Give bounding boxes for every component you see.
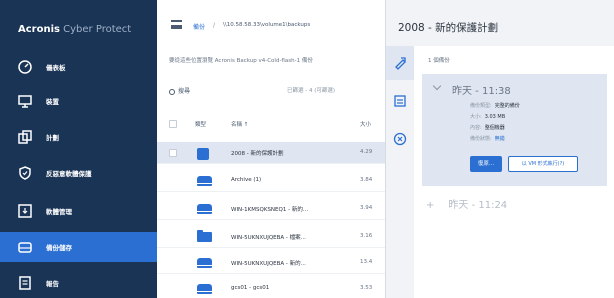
breadcrumb-separator: / — [213, 22, 216, 29]
row-name: WIN-5UKNXUJQEBA - 新的... — [231, 261, 306, 267]
sidebar-item-label: 計劃 — [46, 134, 59, 142]
row-size: 3.84 — [360, 177, 373, 183]
field-key: 備份狀態: — [470, 136, 492, 142]
backup-list-panel: 備份 / \\10.58.58.33\volume1\backups 要從這些位… — [157, 0, 385, 298]
field-key: 備份類型: — [470, 103, 492, 109]
sidebar-item-software[interactable]: 軟體管理 — [0, 196, 157, 226]
table-row[interactable]: gcs01 - gcs01 3.53 — [157, 278, 385, 298]
sidebar-item-label: 報告 — [46, 280, 59, 288]
row-size: 3.53 — [360, 285, 373, 291]
search-label: 搜尋 — [178, 88, 191, 95]
row-size: 3.16 — [360, 233, 373, 239]
plans-icon — [18, 130, 32, 144]
search-icon — [169, 88, 175, 95]
breadcrumb-path: \\10.58.58.33\volume1\backups — [223, 22, 311, 28]
backup-count: 1 個備份 — [428, 58, 450, 64]
chevron-down-icon[interactable] — [432, 81, 442, 91]
field-status: 備份狀態: 無錯 — [470, 135, 505, 142]
row-size: 3.94 — [360, 205, 373, 211]
run-as-vm-button[interactable]: 以 VM 形式執行(?) — [508, 156, 578, 172]
field-value: 3.03 MB — [484, 114, 506, 120]
sidebar-item-label: 備份儲存 — [46, 244, 72, 252]
software-icon — [18, 204, 32, 218]
logo-product: Cyber Protect — [63, 24, 132, 35]
row-name: gcs01 - gcs01 — [231, 285, 270, 291]
sidebar-item-label: 儀表板 — [46, 64, 66, 72]
row-name: WIN-5UKNXUJQEBA - 檔案... — [231, 235, 306, 241]
storage-icon — [18, 242, 32, 253]
sidebar: Acronis Cyber Protect 儀表板 裝置 計劃 反惡意軟體保護 … — [0, 0, 157, 298]
row-name: Archive (1) — [231, 177, 262, 183]
table-row[interactable]: WIN-5UKNXUJQEBA - 檔案... 3.16 — [157, 226, 385, 248]
row-checkbox[interactable] — [169, 149, 177, 157]
drive-icon — [197, 176, 212, 186]
row-name: 2008 - 新的保護計劃 — [231, 151, 284, 157]
backup-version-card[interactable]: 昨天 - 11:38 備份類型: 完整的備份 大小: 3.03 MB 內容: 整個機器… — [422, 74, 607, 186]
logo-brand: Acronis — [18, 24, 60, 35]
row-size: 13.4 — [360, 259, 373, 265]
app-logo: Acronis Cyber Protect — [18, 24, 131, 35]
sidebar-item-antimalware[interactable]: 反惡意軟體保護 — [0, 158, 157, 188]
sidebar-item-devices[interactable]: 裝置 — [0, 86, 157, 116]
field-value: 無錯 — [494, 136, 505, 142]
sidebar-item-reports[interactable]: 報告 — [0, 268, 157, 298]
filter-summary[interactable]: 已篩選 - 4 (可篩選) — [287, 86, 335, 94]
reports-icon — [19, 276, 31, 290]
sidebar-item-plans[interactable]: 計劃 — [0, 122, 157, 152]
sidebar-item-label: 軟體管理 — [46, 208, 72, 216]
drive-icon — [197, 284, 212, 294]
sidebar-item-label: 裝置 — [46, 98, 59, 106]
field-value: 完整的備份 — [494, 103, 520, 109]
row-name: WIN-1KMSQKSNEQ1 - 新的... — [231, 207, 309, 213]
field-key: 內容: — [470, 125, 482, 131]
details-panel: 2008 - 新的保護計劃 1 個備份 昨天 - 11:38 備份類型: 完整的備… — [385, 0, 614, 298]
backup-version-collapsed[interactable]: + 昨天 - 11:24 — [426, 196, 507, 211]
field-size: 大小: 3.03 MB — [470, 113, 505, 120]
drive-icon — [197, 204, 212, 214]
column-type[interactable]: 類型 — [195, 120, 206, 128]
field-key: 大小: — [470, 114, 482, 120]
sidebar-item-backup-storage[interactable]: 備份儲存 — [0, 232, 157, 262]
recover-button[interactable]: 復原... — [470, 156, 502, 172]
location-subtitle: 要從這些位置瀏覽 Acronis Backup v4-Cold-flash-1 … — [169, 58, 313, 64]
backup-versions: 1 個備份 昨天 - 11:38 備份類型: 完整的備份 大小: 3.03 MB 內… — [414, 46, 614, 298]
app-window: Acronis Cyber Protect 儀表板 裝置 計劃 反惡意軟體保護 … — [0, 0, 614, 298]
gauge-icon — [18, 60, 32, 74]
table-row[interactable]: WIN-1KMSQKSNEQ1 - 新的... 3.94 — [157, 198, 385, 220]
drive-icon — [197, 258, 212, 268]
backup-timestamp: 昨天 - 11:24 — [448, 200, 508, 211]
top-bar: 備份 / \\10.58.58.33\volume1\backups — [157, 16, 385, 36]
field-value: 整個機器 — [484, 125, 505, 131]
shield-icon — [19, 166, 31, 180]
table-header: 類型 名稱 ↑ 大小 — [157, 117, 385, 131]
details-tab-icon[interactable] — [393, 94, 407, 108]
details-tabs — [386, 46, 414, 298]
field-content: 內容: 整個機器 — [470, 124, 505, 131]
column-name[interactable]: 名稱 ↑ — [231, 120, 248, 128]
archive-tab-icon[interactable] — [393, 56, 407, 70]
search-field[interactable]: 搜尋 — [169, 86, 190, 95]
row-size: 4.29 — [360, 149, 373, 155]
field-backup-type: 備份類型: 完整的備份 — [470, 102, 520, 109]
table-row[interactable]: 2008 - 新的保護計劃 4.29 — [157, 142, 385, 164]
info-tab-icon[interactable] — [393, 132, 407, 146]
folder-icon — [197, 230, 212, 242]
table-row[interactable]: WIN-5UKNXUJQEBA - 新的... 13.4 — [157, 252, 385, 274]
details-title: 2008 - 新的保護計劃 — [398, 22, 499, 34]
sidebar-item-label: 反惡意軟體保護 — [46, 170, 92, 178]
menu-icon[interactable] — [171, 20, 182, 29]
table-row[interactable]: Archive (1) 3.84 — [157, 170, 385, 192]
backup-timestamp: 昨天 - 11:38 — [452, 86, 511, 97]
sidebar-item-dashboard[interactable]: 儀表板 — [0, 52, 157, 82]
expand-icon[interactable]: + — [426, 200, 434, 211]
breadcrumb-root[interactable]: 備份 — [193, 22, 205, 31]
monitor-icon — [18, 95, 32, 108]
select-all-checkbox[interactable] — [169, 120, 177, 128]
plan-icon — [197, 148, 209, 160]
column-size[interactable]: 大小 — [360, 120, 371, 128]
